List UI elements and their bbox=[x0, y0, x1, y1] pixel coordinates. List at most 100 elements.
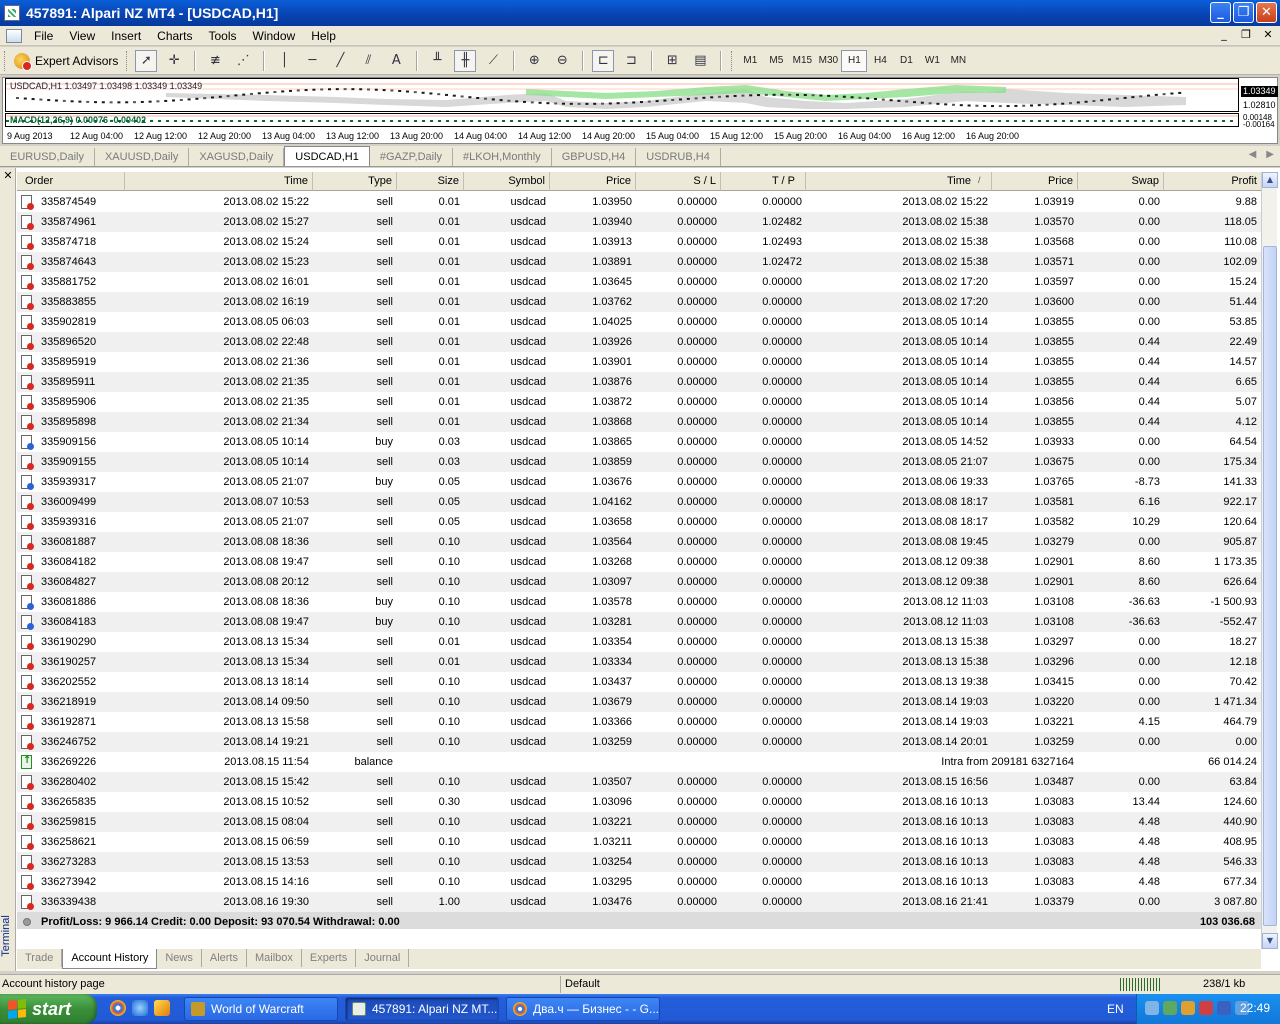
menu-insert[interactable]: Insert bbox=[103, 26, 149, 46]
table-row[interactable]: 336009499 2013.08.07 10:53 sell 0.05 usdcad 1… bbox=[17, 492, 1261, 512]
vertical-line-icon[interactable]: │ bbox=[273, 50, 295, 72]
task-browser[interactable]: Два.ч — Бизнес - - G... bbox=[506, 997, 660, 1021]
chart-window-icon[interactable] bbox=[6, 28, 22, 43]
chart-tab-xauusd[interactable]: XAUUSD,Daily bbox=[95, 148, 190, 166]
mdi-restore-button[interactable]: ❐ bbox=[1238, 28, 1254, 41]
language-indicator[interactable]: EN bbox=[1107, 1002, 1124, 1016]
table-row[interactable]: 335896520 2013.08.02 22:48 sell 0.01 usdcad 1… bbox=[17, 332, 1261, 352]
chart-tab-gbpusd[interactable]: GBPUSD,H4 bbox=[552, 148, 637, 166]
chart-tab-usdrub[interactable]: USDRUB,H4 bbox=[636, 148, 721, 166]
col-open-time[interactable]: Time bbox=[125, 172, 313, 191]
close-button[interactable]: ✕ bbox=[1256, 2, 1277, 23]
period-tool-icon[interactable]: ⋰ bbox=[232, 50, 254, 72]
table-row[interactable]: 335895898 2013.08.02 21:34 sell 0.01 usdcad 1… bbox=[17, 412, 1261, 432]
security-icon[interactable] bbox=[1199, 1001, 1213, 1015]
expert-advisors-button[interactable]: Expert Advisors bbox=[10, 50, 122, 72]
table-row[interactable]: 335874549 2013.08.02 15:22 sell 0.01 usdcad 1… bbox=[17, 192, 1261, 212]
tab-scroll-left-icon[interactable]: ◀ bbox=[1249, 149, 1257, 160]
tab-trade[interactable]: Trade bbox=[17, 949, 63, 967]
chart-tab-lkoh[interactable]: #LKOH,Monthly bbox=[453, 148, 552, 166]
network-icon[interactable] bbox=[1145, 1001, 1159, 1015]
summary-row[interactable]: Profit/Loss: 9 966.14 Credit: 0.00 Depos… bbox=[17, 912, 1261, 929]
table-row[interactable]: 335909155 2013.08.05 10:14 sell 0.03 usdcad 1… bbox=[17, 452, 1261, 472]
col-order[interactable]: Order bbox=[17, 172, 125, 191]
crosshair-tool-icon[interactable]: ✛ bbox=[163, 50, 185, 72]
scroll-thumb[interactable] bbox=[1263, 246, 1277, 926]
table-row[interactable]: 336084183 2013.08.08 19:47 buy 0.10 usdcad 1.… bbox=[17, 612, 1261, 632]
col-type[interactable]: Type bbox=[313, 172, 397, 191]
col-swap[interactable]: Swap bbox=[1078, 172, 1164, 191]
table-row[interactable]: 336258621 2013.08.15 06:59 sell 0.10 usdcad 1… bbox=[17, 832, 1261, 852]
trendline-icon[interactable]: ╱ bbox=[329, 50, 351, 72]
bar-chart-icon[interactable]: ╨ bbox=[426, 50, 448, 72]
table-row[interactable]: 336190290 2013.08.13 15:34 sell 0.01 usdcad 1… bbox=[17, 632, 1261, 652]
menu-file[interactable]: File bbox=[26, 26, 61, 46]
title-bar[interactable]: 457891: Alpari NZ MT4 - [USDCAD,H1] _ ❐ … bbox=[0, 0, 1280, 26]
chart-tab-usdcad[interactable]: USDCAD,H1 bbox=[284, 146, 370, 166]
winamp-quicklaunch-icon[interactable] bbox=[154, 1000, 170, 1016]
tab-alerts[interactable]: Alerts bbox=[202, 949, 247, 967]
table-row[interactable]: 336081887 2013.08.08 18:36 sell 0.10 usdcad 1… bbox=[17, 532, 1261, 552]
menu-charts[interactable]: Charts bbox=[149, 26, 200, 46]
col-close-time[interactable]: Time bbox=[806, 172, 992, 191]
task-world-of-warcraft[interactable]: World of Warcraft bbox=[184, 997, 338, 1021]
tray-clock[interactable]: 22:49 bbox=[1240, 1001, 1270, 1015]
antivirus-icon[interactable] bbox=[1163, 1001, 1177, 1015]
table-row[interactable]: 335874961 2013.08.02 15:27 sell 0.01 usdcad 1… bbox=[17, 212, 1261, 232]
chart-tab-eurusd[interactable]: EURUSD,Daily bbox=[0, 148, 95, 166]
candlestick-chart-icon[interactable]: ╫ bbox=[454, 49, 477, 72]
toolbar-grip[interactable] bbox=[731, 50, 734, 71]
timeframe-d1[interactable]: D1 bbox=[893, 50, 919, 72]
table-row[interactable]: 336269226 2013.08.15 11:54 balance Intra fr… bbox=[17, 752, 1261, 772]
table-row[interactable]: 335902819 2013.08.05 06:03 sell 0.01 usdcad 1… bbox=[17, 312, 1261, 332]
timeframe-m30[interactable]: M30 bbox=[815, 50, 841, 72]
table-row[interactable]: 335895906 2013.08.02 21:35 sell 0.01 usdcad 1… bbox=[17, 392, 1261, 412]
task-mt4[interactable]: 457891: Alpari NZ MT... bbox=[345, 997, 499, 1021]
table-row[interactable]: 336190257 2013.08.13 15:34 sell 0.01 usdcad 1… bbox=[17, 652, 1261, 672]
table-row[interactable]: 336339438 2013.08.16 19:30 sell 1.00 usdcad 1… bbox=[17, 892, 1261, 912]
tab-account-history[interactable]: Account History bbox=[62, 949, 158, 969]
col-open-price[interactable]: Price bbox=[550, 172, 636, 191]
explorer-quicklaunch-icon[interactable] bbox=[132, 1000, 148, 1016]
toolbar-grip[interactable] bbox=[126, 50, 129, 71]
tab-journal[interactable]: Journal bbox=[356, 949, 410, 967]
col-symbol[interactable]: Symbol bbox=[464, 172, 550, 191]
chart-tab-gazp[interactable]: #GAZP,Daily bbox=[370, 148, 454, 166]
channel-icon[interactable]: ⫽ bbox=[357, 50, 379, 72]
table-row[interactable]: 336218919 2013.08.14 09:50 sell 0.10 usdcad 1… bbox=[17, 692, 1261, 712]
minimize-button[interactable]: _ bbox=[1210, 2, 1231, 23]
table-row[interactable]: 336280402 2013.08.15 15:42 sell 0.10 usdcad 1… bbox=[17, 772, 1261, 792]
timeframe-mn[interactable]: MN bbox=[945, 50, 971, 72]
price-chart[interactable]: USDCAD,H1 1.03497 1.03498 1.03349 1.0334… bbox=[5, 78, 1239, 112]
table-row[interactable]: 335909156 2013.08.05 10:14 buy 0.03 usdcad 1.… bbox=[17, 432, 1261, 452]
timeframe-m15[interactable]: M15 bbox=[789, 50, 815, 72]
table-row[interactable]: 336202552 2013.08.13 18:14 sell 0.10 usdcad 1… bbox=[17, 672, 1261, 692]
menu-view[interactable]: View bbox=[61, 26, 103, 46]
chrome-quicklaunch-icon[interactable] bbox=[110, 1000, 126, 1016]
auto-scroll-icon[interactable]: ⊏ bbox=[592, 49, 615, 72]
chart-tab-xagusd[interactable]: XAGUSD,Daily bbox=[189, 148, 285, 166]
table-row[interactable]: 335874643 2013.08.02 15:23 sell 0.01 usdcad 1… bbox=[17, 252, 1261, 272]
vk-icon[interactable] bbox=[1217, 1001, 1231, 1015]
table-row[interactable]: 335881752 2013.08.02 16:01 sell 0.01 usdcad 1… bbox=[17, 272, 1261, 292]
timeframe-h1[interactable]: H1 bbox=[841, 49, 868, 72]
table-row[interactable]: 336081886 2013.08.08 18:36 buy 0.10 usdcad 1.… bbox=[17, 592, 1261, 612]
toolbar-grip[interactable] bbox=[4, 50, 7, 71]
table-row[interactable]: 335895919 2013.08.02 21:36 sell 0.01 usdcad 1… bbox=[17, 352, 1261, 372]
table-row[interactable]: 336259815 2013.08.15 08:04 sell 0.10 usdcad 1… bbox=[17, 812, 1261, 832]
chart-shift-icon[interactable]: ⊐ bbox=[620, 50, 642, 72]
restore-button[interactable]: ❐ bbox=[1233, 2, 1254, 23]
table-row[interactable]: 335883855 2013.08.02 16:19 sell 0.01 usdcad 1… bbox=[17, 292, 1261, 312]
mdi-close-button[interactable]: ✕ bbox=[1260, 28, 1276, 41]
cursor-tool-icon[interactable]: ➚ bbox=[135, 49, 158, 72]
table-row[interactable]: 335939317 2013.08.05 21:07 buy 0.05 usdcad 1.… bbox=[17, 472, 1261, 492]
timeframe-h4[interactable]: H4 bbox=[867, 50, 893, 72]
tab-scroll-right-icon[interactable]: ▶ bbox=[1266, 149, 1274, 160]
col-size[interactable]: Size bbox=[397, 172, 464, 191]
col-sl[interactable]: S / L bbox=[636, 172, 721, 191]
table-row[interactable]: 336192871 2013.08.13 15:58 sell 0.10 usdcad 1… bbox=[17, 712, 1261, 732]
table-row[interactable]: 336273283 2013.08.15 13:53 sell 0.10 usdcad 1… bbox=[17, 852, 1261, 872]
table-row[interactable]: 335939316 2013.08.05 21:07 sell 0.05 usdcad 1… bbox=[17, 512, 1261, 532]
winamp-tray-icon[interactable] bbox=[1181, 1001, 1195, 1015]
tab-experts[interactable]: Experts bbox=[302, 949, 357, 967]
